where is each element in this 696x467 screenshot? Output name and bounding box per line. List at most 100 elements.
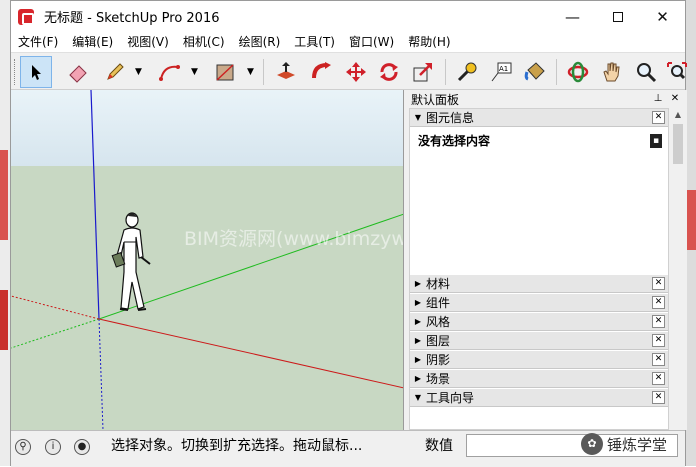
panel-scenes[interactable]: ▶ 场景 ✕ bbox=[410, 370, 668, 388]
maximize-icon bbox=[612, 11, 623, 22]
wechat-watermark: ✿ 锤炼学堂 bbox=[581, 433, 667, 455]
user-icon[interactable]: ● bbox=[74, 439, 90, 455]
tape-measure-icon bbox=[457, 62, 477, 82]
panel-shadows[interactable]: ▶ 阴影 ✕ bbox=[410, 351, 668, 369]
paint-bucket-tool-button[interactable] bbox=[519, 56, 551, 88]
collapsed-arrow-icon: ▶ bbox=[414, 279, 422, 288]
select-icon bbox=[32, 65, 41, 80]
menu-camera[interactable]: 相机(C) bbox=[176, 32, 232, 52]
panel-entity-info[interactable]: ▼ 图元信息 ✕ bbox=[410, 109, 668, 127]
menu-bar: 文件(F) 编辑(E) 视图(V) 相机(C) 绘图(R) 工具(T) 窗口(W… bbox=[11, 32, 685, 52]
menu-draw[interactable]: 绘图(R) bbox=[232, 32, 288, 52]
toolbar-separator bbox=[445, 59, 446, 85]
measurements-label: 数值 bbox=[425, 438, 453, 454]
scale-icon bbox=[413, 63, 432, 82]
panel-layers[interactable]: ▶ 图层 ✕ bbox=[410, 332, 668, 350]
panel-styles[interactable]: ▶ 风格 ✕ bbox=[410, 313, 668, 331]
sky bbox=[11, 90, 403, 166]
ground bbox=[11, 166, 403, 430]
panel-instructor[interactable]: ▼ 工具向导 ✕ bbox=[410, 389, 668, 407]
tray-scrollbar[interactable]: ▲ bbox=[671, 108, 685, 430]
minimize-button[interactable]: — bbox=[550, 1, 595, 32]
panel-close-icon[interactable]: ✕ bbox=[652, 334, 665, 347]
text-icon: A1 bbox=[491, 62, 512, 82]
maximize-button[interactable] bbox=[595, 1, 640, 32]
info-icon[interactable]: i bbox=[45, 439, 61, 455]
tray-close-icon[interactable]: ✕ bbox=[669, 93, 681, 105]
entity-info-text: 没有选择内容 bbox=[418, 134, 491, 148]
pan-icon bbox=[603, 62, 620, 82]
rotate-icon bbox=[380, 63, 398, 81]
scale-tool-button[interactable] bbox=[407, 56, 439, 88]
panel-close-icon[interactable]: ✕ bbox=[652, 277, 665, 290]
menu-tools[interactable]: 工具(T) bbox=[287, 32, 342, 52]
menu-window[interactable]: 窗口(W) bbox=[342, 32, 401, 52]
geo-location-icon[interactable]: ⚲ bbox=[15, 439, 31, 455]
select-tool-button[interactable] bbox=[20, 56, 52, 88]
collapsed-arrow-icon: ▶ bbox=[414, 317, 422, 326]
collapsed-arrow-icon: ▶ bbox=[414, 336, 422, 345]
panel-close-icon[interactable]: ✕ bbox=[652, 391, 665, 404]
pan-tool-button[interactable] bbox=[596, 56, 628, 88]
entity-info-toggle-icon[interactable]: ▪ bbox=[650, 133, 662, 148]
collapsed-arrow-icon: ▶ bbox=[414, 298, 422, 307]
modeling-viewport[interactable]: BIM资源网(www.bimzyw.com) bbox=[11, 90, 404, 430]
menu-file[interactable]: 文件(F) bbox=[11, 32, 65, 52]
scroll-up-icon[interactable]: ▲ bbox=[671, 108, 685, 122]
eraser-tool-button[interactable] bbox=[62, 56, 94, 88]
panel-close-icon[interactable]: ✕ bbox=[652, 372, 665, 385]
status-bar: ⚲ i ● 选择对象。切换到扩充选择。拖动鼠标... 数值 ✿ 锤炼学堂 bbox=[11, 430, 685, 467]
orbit-icon bbox=[567, 61, 589, 83]
panel-label: 场景 bbox=[426, 372, 451, 386]
follow-me-tool-button[interactable] bbox=[306, 56, 338, 88]
panel-label: 材料 bbox=[426, 277, 451, 291]
arc-dropdown-icon[interactable]: ▼ bbox=[191, 67, 198, 77]
move-icon bbox=[346, 62, 366, 82]
zoom-extents-tool-button[interactable] bbox=[661, 56, 693, 88]
toolbar-separator bbox=[263, 59, 264, 85]
toolbar-gripper[interactable] bbox=[14, 59, 17, 85]
svg-text:A1: A1 bbox=[499, 65, 508, 73]
panel-materials[interactable]: ▶ 材料 ✕ bbox=[410, 275, 668, 293]
text-tool-button[interactable]: A1 bbox=[485, 56, 517, 88]
panel-label: 图层 bbox=[426, 334, 451, 348]
pencil-tool-button[interactable] bbox=[99, 56, 131, 88]
orbit-tool-button[interactable] bbox=[562, 56, 594, 88]
arc-tool-button[interactable] bbox=[154, 56, 186, 88]
pencil-dropdown-icon[interactable]: ▼ bbox=[135, 67, 142, 77]
panel-label: 工具向导 bbox=[426, 391, 475, 405]
move-tool-button[interactable] bbox=[340, 56, 372, 88]
menu-view[interactable]: 视图(V) bbox=[120, 32, 176, 52]
rectangle-dropdown-icon[interactable]: ▼ bbox=[247, 67, 254, 77]
pencil-icon bbox=[107, 63, 124, 80]
scroll-thumb[interactable] bbox=[673, 124, 683, 164]
panel-close-icon[interactable]: ✕ bbox=[652, 353, 665, 366]
panel-label: 风格 bbox=[426, 315, 451, 329]
rotate-tool-button[interactable] bbox=[373, 56, 405, 88]
panel-components[interactable]: ▶ 组件 ✕ bbox=[410, 294, 668, 312]
tray-title: 默认面板 bbox=[411, 92, 460, 107]
tape-measure-tool-button[interactable] bbox=[451, 56, 483, 88]
arc-icon bbox=[159, 65, 180, 81]
panel-close-icon[interactable]: ✕ bbox=[652, 315, 665, 328]
menu-help[interactable]: 帮助(H) bbox=[401, 32, 457, 52]
close-button[interactable]: ✕ bbox=[640, 1, 685, 32]
viewport-canvas[interactable] bbox=[11, 90, 404, 430]
wechat-logo-icon: ✿ bbox=[581, 433, 603, 455]
rectangle-icon bbox=[216, 64, 234, 81]
wechat-watermark-text: 锤炼学堂 bbox=[607, 435, 668, 454]
zoom-tool-button[interactable] bbox=[630, 56, 662, 88]
background-desktop-left bbox=[0, 0, 10, 466]
sketchup-logo-icon bbox=[18, 8, 34, 25]
panel-label: 组件 bbox=[426, 296, 451, 310]
push-pull-tool-button[interactable] bbox=[270, 56, 302, 88]
expanded-arrow-icon: ▼ bbox=[414, 393, 422, 402]
panel-close-icon[interactable]: ✕ bbox=[652, 111, 665, 124]
rectangle-tool-button[interactable] bbox=[209, 56, 241, 88]
tray-pin-icon[interactable]: ⊥ bbox=[652, 93, 664, 105]
window-title: 无标题 - SketchUp Pro 2016 bbox=[44, 11, 220, 26]
panel-close-icon[interactable]: ✕ bbox=[652, 296, 665, 309]
menu-edit[interactable]: 编辑(E) bbox=[65, 32, 120, 52]
entity-info-content: 没有选择内容 ▪ bbox=[410, 127, 668, 154]
panel-label: 图元信息 bbox=[426, 111, 475, 125]
